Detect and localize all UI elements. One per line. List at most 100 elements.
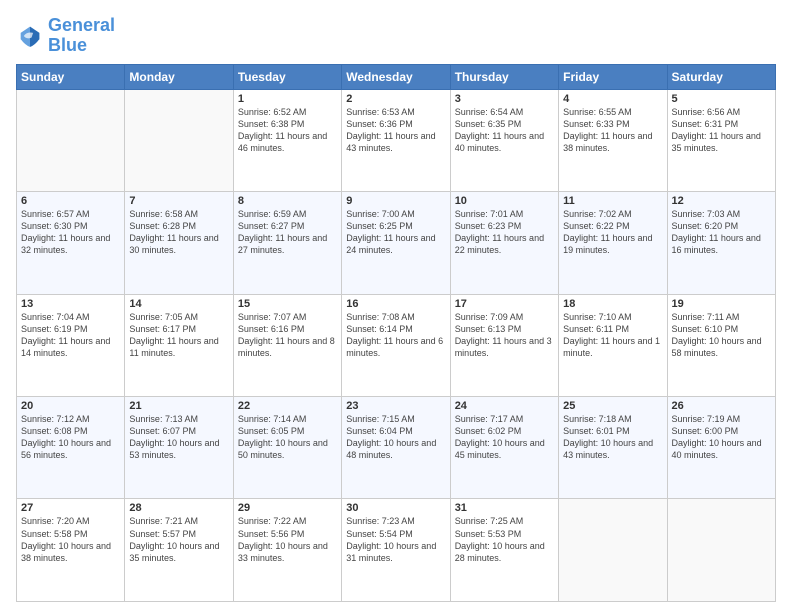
cell-info: Sunrise: 7:07 AMSunset: 6:16 PMDaylight:… (238, 311, 337, 360)
week-row-2: 6Sunrise: 6:57 AMSunset: 6:30 PMDaylight… (17, 192, 776, 294)
cell-info: Sunrise: 7:25 AMSunset: 5:53 PMDaylight:… (455, 515, 554, 564)
weekday-header-wednesday: Wednesday (342, 64, 450, 89)
calendar-cell: 7Sunrise: 6:58 AMSunset: 6:28 PMDaylight… (125, 192, 233, 294)
calendar-cell: 14Sunrise: 7:05 AMSunset: 6:17 PMDayligh… (125, 294, 233, 396)
cell-info: Sunrise: 7:18 AMSunset: 6:01 PMDaylight:… (563, 413, 662, 462)
calendar-cell: 24Sunrise: 7:17 AMSunset: 6:02 PMDayligh… (450, 397, 558, 499)
day-number: 19 (672, 298, 771, 310)
calendar-cell: 28Sunrise: 7:21 AMSunset: 5:57 PMDayligh… (125, 499, 233, 602)
day-number: 10 (455, 195, 554, 207)
calendar-cell: 8Sunrise: 6:59 AMSunset: 6:27 PMDaylight… (233, 192, 341, 294)
day-number: 2 (346, 93, 445, 105)
day-number: 1 (238, 93, 337, 105)
calendar-cell: 5Sunrise: 6:56 AMSunset: 6:31 PMDaylight… (667, 89, 775, 191)
day-number: 26 (672, 400, 771, 412)
calendar-cell: 11Sunrise: 7:02 AMSunset: 6:22 PMDayligh… (559, 192, 667, 294)
calendar-cell: 9Sunrise: 7:00 AMSunset: 6:25 PMDaylight… (342, 192, 450, 294)
calendar-cell: 18Sunrise: 7:10 AMSunset: 6:11 PMDayligh… (559, 294, 667, 396)
cell-info: Sunrise: 7:23 AMSunset: 5:54 PMDaylight:… (346, 515, 445, 564)
day-number: 20 (21, 400, 120, 412)
calendar-cell: 10Sunrise: 7:01 AMSunset: 6:23 PMDayligh… (450, 192, 558, 294)
calendar-cell: 30Sunrise: 7:23 AMSunset: 5:54 PMDayligh… (342, 499, 450, 602)
cell-info: Sunrise: 6:59 AMSunset: 6:27 PMDaylight:… (238, 208, 337, 257)
logo-icon (16, 22, 44, 50)
day-number: 29 (238, 502, 337, 514)
cell-info: Sunrise: 6:52 AMSunset: 6:38 PMDaylight:… (238, 106, 337, 155)
calendar-cell: 20Sunrise: 7:12 AMSunset: 6:08 PMDayligh… (17, 397, 125, 499)
calendar-cell: 16Sunrise: 7:08 AMSunset: 6:14 PMDayligh… (342, 294, 450, 396)
logo-text: General Blue (48, 16, 115, 56)
day-number: 18 (563, 298, 662, 310)
day-number: 4 (563, 93, 662, 105)
calendar-cell (667, 499, 775, 602)
calendar-cell: 27Sunrise: 7:20 AMSunset: 5:58 PMDayligh… (17, 499, 125, 602)
cell-info: Sunrise: 7:00 AMSunset: 6:25 PMDaylight:… (346, 208, 445, 257)
logo: General Blue (16, 16, 115, 56)
cell-info: Sunrise: 6:56 AMSunset: 6:31 PMDaylight:… (672, 106, 771, 155)
cell-info: Sunrise: 7:08 AMSunset: 6:14 PMDaylight:… (346, 311, 445, 360)
cell-info: Sunrise: 7:12 AMSunset: 6:08 PMDaylight:… (21, 413, 120, 462)
cell-info: Sunrise: 6:58 AMSunset: 6:28 PMDaylight:… (129, 208, 228, 257)
weekday-header-monday: Monday (125, 64, 233, 89)
calendar-cell: 31Sunrise: 7:25 AMSunset: 5:53 PMDayligh… (450, 499, 558, 602)
day-number: 28 (129, 502, 228, 514)
calendar-cell (17, 89, 125, 191)
week-row-3: 13Sunrise: 7:04 AMSunset: 6:19 PMDayligh… (17, 294, 776, 396)
week-row-1: 1Sunrise: 6:52 AMSunset: 6:38 PMDaylight… (17, 89, 776, 191)
day-number: 21 (129, 400, 228, 412)
day-number: 15 (238, 298, 337, 310)
week-row-4: 20Sunrise: 7:12 AMSunset: 6:08 PMDayligh… (17, 397, 776, 499)
cell-info: Sunrise: 7:03 AMSunset: 6:20 PMDaylight:… (672, 208, 771, 257)
cell-info: Sunrise: 7:13 AMSunset: 6:07 PMDaylight:… (129, 413, 228, 462)
cell-info: Sunrise: 7:09 AMSunset: 6:13 PMDaylight:… (455, 311, 554, 360)
calendar-cell: 3Sunrise: 6:54 AMSunset: 6:35 PMDaylight… (450, 89, 558, 191)
day-number: 23 (346, 400, 445, 412)
calendar-cell: 4Sunrise: 6:55 AMSunset: 6:33 PMDaylight… (559, 89, 667, 191)
cell-info: Sunrise: 7:04 AMSunset: 6:19 PMDaylight:… (21, 311, 120, 360)
cell-info: Sunrise: 7:01 AMSunset: 6:23 PMDaylight:… (455, 208, 554, 257)
calendar-cell: 21Sunrise: 7:13 AMSunset: 6:07 PMDayligh… (125, 397, 233, 499)
calendar-cell: 1Sunrise: 6:52 AMSunset: 6:38 PMDaylight… (233, 89, 341, 191)
cell-info: Sunrise: 7:19 AMSunset: 6:00 PMDaylight:… (672, 413, 771, 462)
cell-info: Sunrise: 6:54 AMSunset: 6:35 PMDaylight:… (455, 106, 554, 155)
cell-info: Sunrise: 7:02 AMSunset: 6:22 PMDaylight:… (563, 208, 662, 257)
calendar-cell: 15Sunrise: 7:07 AMSunset: 6:16 PMDayligh… (233, 294, 341, 396)
calendar-table: SundayMondayTuesdayWednesdayThursdayFrid… (16, 64, 776, 602)
week-row-5: 27Sunrise: 7:20 AMSunset: 5:58 PMDayligh… (17, 499, 776, 602)
cell-info: Sunrise: 7:17 AMSunset: 6:02 PMDaylight:… (455, 413, 554, 462)
calendar-cell: 26Sunrise: 7:19 AMSunset: 6:00 PMDayligh… (667, 397, 775, 499)
cell-info: Sunrise: 7:22 AMSunset: 5:56 PMDaylight:… (238, 515, 337, 564)
weekday-header-row: SundayMondayTuesdayWednesdayThursdayFrid… (17, 64, 776, 89)
cell-info: Sunrise: 7:21 AMSunset: 5:57 PMDaylight:… (129, 515, 228, 564)
cell-info: Sunrise: 6:57 AMSunset: 6:30 PMDaylight:… (21, 208, 120, 257)
day-number: 3 (455, 93, 554, 105)
calendar-cell: 23Sunrise: 7:15 AMSunset: 6:04 PMDayligh… (342, 397, 450, 499)
day-number: 27 (21, 502, 120, 514)
cell-info: Sunrise: 6:55 AMSunset: 6:33 PMDaylight:… (563, 106, 662, 155)
day-number: 17 (455, 298, 554, 310)
cell-info: Sunrise: 6:53 AMSunset: 6:36 PMDaylight:… (346, 106, 445, 155)
calendar-cell: 29Sunrise: 7:22 AMSunset: 5:56 PMDayligh… (233, 499, 341, 602)
calendar-cell: 6Sunrise: 6:57 AMSunset: 6:30 PMDaylight… (17, 192, 125, 294)
day-number: 12 (672, 195, 771, 207)
day-number: 16 (346, 298, 445, 310)
weekday-header-thursday: Thursday (450, 64, 558, 89)
day-number: 7 (129, 195, 228, 207)
day-number: 25 (563, 400, 662, 412)
calendar-cell: 22Sunrise: 7:14 AMSunset: 6:05 PMDayligh… (233, 397, 341, 499)
calendar-cell: 17Sunrise: 7:09 AMSunset: 6:13 PMDayligh… (450, 294, 558, 396)
cell-info: Sunrise: 7:20 AMSunset: 5:58 PMDaylight:… (21, 515, 120, 564)
calendar-cell: 12Sunrise: 7:03 AMSunset: 6:20 PMDayligh… (667, 192, 775, 294)
weekday-header-sunday: Sunday (17, 64, 125, 89)
day-number: 8 (238, 195, 337, 207)
day-number: 5 (672, 93, 771, 105)
weekday-header-tuesday: Tuesday (233, 64, 341, 89)
day-number: 11 (563, 195, 662, 207)
calendar-cell (125, 89, 233, 191)
day-number: 22 (238, 400, 337, 412)
calendar-cell: 25Sunrise: 7:18 AMSunset: 6:01 PMDayligh… (559, 397, 667, 499)
day-number: 24 (455, 400, 554, 412)
day-number: 30 (346, 502, 445, 514)
calendar-cell: 13Sunrise: 7:04 AMSunset: 6:19 PMDayligh… (17, 294, 125, 396)
calendar-cell: 2Sunrise: 6:53 AMSunset: 6:36 PMDaylight… (342, 89, 450, 191)
